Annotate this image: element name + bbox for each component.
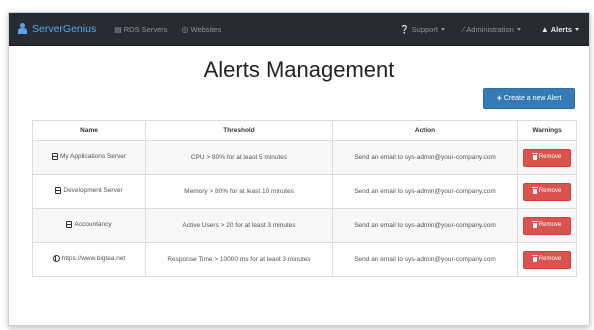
nav-alerts-label: Alerts: [550, 24, 572, 34]
brand-link[interactable]: ServerGenius: [17, 13, 96, 45]
alert-name: Accountancy: [74, 220, 112, 228]
alerts-table: Name Threshold Action Warnings My Applic…: [32, 120, 577, 277]
remove-alert-button[interactable]: Remove: [523, 250, 571, 269]
brand-name: ServerGenius: [32, 23, 97, 35]
remove-alert-button[interactable]: Remove: [523, 182, 571, 201]
remove-label: Remove: [538, 222, 562, 229]
remove-alert-button[interactable]: Remove: [523, 216, 571, 235]
alert-warnings-cell: Remove: [517, 174, 577, 209]
app-window: ServerGenius ▤ RDS Servers ◎ Websites ❔ …: [8, 12, 590, 326]
nav-websites[interactable]: ◎ Websites: [182, 13, 222, 45]
user-logo-icon: [17, 23, 28, 35]
alert-name-cell: https://www.bigtea.net: [32, 242, 146, 277]
globe-icon: ◎: [181, 24, 189, 34]
table-header-row: Name Threshold Action Warnings: [32, 120, 577, 141]
alert-name-cell: My Applications Server: [32, 140, 146, 175]
alert-threshold: CPU > 80% for at least 5 minutes: [145, 140, 333, 175]
column-header-name: Name: [32, 120, 146, 141]
alert-action: Send an email to sys-admin@your-company.…: [332, 174, 518, 209]
alert-name: https://www.bigtea.net: [61, 254, 126, 262]
nav-support-dropdown[interactable]: ❔ Support: [400, 13, 445, 45]
table-row: Development Server Memory > 80% for at l…: [32, 174, 577, 209]
column-header-threshold: Threshold: [145, 120, 333, 141]
alert-name: My Applications Server: [59, 152, 127, 160]
server-icon: [51, 152, 58, 160]
top-navbar: ServerGenius ▤ RDS Servers ◎ Websites ❔ …: [9, 13, 589, 46]
trash-icon: [531, 187, 538, 194]
nav-administration-label: Administration: [466, 24, 514, 34]
screenshot-frame: ServerGenius ▤ RDS Servers ◎ Websites ❔ …: [0, 0, 594, 330]
server-icon: [55, 186, 62, 194]
chevron-down-icon: [516, 27, 521, 31]
remove-label: Remove: [538, 188, 562, 195]
remove-alert-button[interactable]: Remove: [523, 148, 571, 167]
nav-alerts-dropdown[interactable]: ▲ Alerts: [541, 13, 579, 45]
remove-label: Remove: [538, 154, 562, 161]
create-alert-button[interactable]: + Create a new Alert: [483, 88, 575, 109]
globe-icon: [52, 254, 60, 262]
page-title: Alerts Management: [203, 57, 395, 82]
question-icon: ❔: [399, 24, 410, 34]
trash-icon: [531, 153, 538, 160]
column-header-warnings: Warnings: [517, 120, 577, 141]
wrench-icon: ∕: [462, 24, 465, 34]
nav-support-label: Support: [411, 24, 438, 34]
table-row: Accountancy Active Users > 20 for at lea…: [32, 208, 577, 243]
server-icon: [66, 220, 73, 228]
chevron-down-icon: [440, 27, 445, 31]
plus-icon: +: [496, 93, 502, 103]
alert-name-cell: Development Server: [32, 174, 146, 209]
chevron-down-icon: [575, 27, 579, 31]
alert-action: Send an email to sys-admin@your-company.…: [332, 140, 518, 175]
nav-rds-servers-label: RDS Servers: [123, 24, 168, 34]
alert-warnings-cell: Remove: [517, 208, 577, 243]
alert-name-cell: Accountancy: [32, 208, 146, 243]
alert-action: Send an email to sys-admin@your-company.…: [332, 208, 518, 243]
alert-threshold: Response Time > 10000 ms for at least 3 …: [145, 242, 333, 277]
alert-name: Development Server: [63, 186, 123, 194]
table-row: https://www.bigtea.net Response Time > 1…: [32, 242, 577, 277]
alert-warnings-cell: Remove: [517, 140, 577, 175]
alert-warnings-cell: Remove: [517, 242, 577, 277]
trash-icon: [531, 255, 538, 262]
remove-label: Remove: [538, 256, 562, 263]
nav-websites-label: Websites: [190, 24, 222, 34]
trash-icon: [531, 221, 538, 228]
server-icon: ▤: [114, 24, 122, 34]
create-alert-label: Create a new Alert: [503, 95, 562, 102]
alert-threshold: Active Users > 20 for at least 3 minutes: [145, 208, 333, 243]
column-header-action: Action: [332, 120, 518, 141]
bell-icon: ▲: [540, 24, 549, 34]
table-row: My Applications Server CPU > 80% for at …: [32, 140, 577, 175]
nav-rds-servers[interactable]: ▤ RDS Servers: [114, 13, 167, 45]
alert-action: Send an email to sys-admin@your-company.…: [332, 242, 518, 277]
nav-administration-dropdown[interactable]: ∕ Administration: [463, 13, 521, 45]
alert-threshold: Memory > 80% for at least 10 minutes: [145, 174, 333, 209]
